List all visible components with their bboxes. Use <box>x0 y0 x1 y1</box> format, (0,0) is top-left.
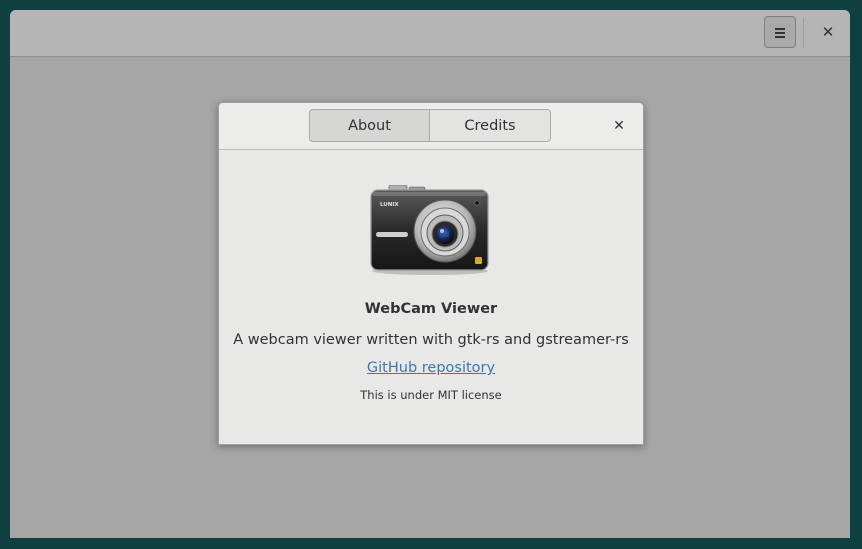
hamburger-menu-icon <box>775 27 785 38</box>
camera-icon: LUNIX <box>370 185 489 275</box>
tab-about-label: About <box>348 117 391 134</box>
tab-about[interactable]: About <box>309 109 430 142</box>
github-repository-link[interactable]: GitHub repository <box>367 360 495 376</box>
menu-button[interactable] <box>764 16 796 48</box>
close-icon: ✕ <box>613 118 625 134</box>
dialog-close-button[interactable]: ✕ <box>607 116 631 136</box>
license-text: This is under MIT license <box>360 388 502 402</box>
camera-brand-text: LUNIX <box>380 202 399 208</box>
header-separator <box>803 18 804 48</box>
window-close-button[interactable]: ✕ <box>814 18 842 46</box>
app-description: A webcam viewer written with gtk-rs and … <box>233 332 629 348</box>
tab-credits[interactable]: Credits <box>429 109 551 142</box>
tab-credits-label: Credits <box>464 117 516 134</box>
about-dialog: About Credits ✕ LUNIX WebCam Viewer A we… <box>218 102 644 445</box>
header-bar: ✕ <box>10 10 850 57</box>
dialog-header: About Credits ✕ <box>219 103 643 150</box>
app-name: WebCam Viewer <box>364 301 498 317</box>
close-icon: ✕ <box>821 23 835 41</box>
